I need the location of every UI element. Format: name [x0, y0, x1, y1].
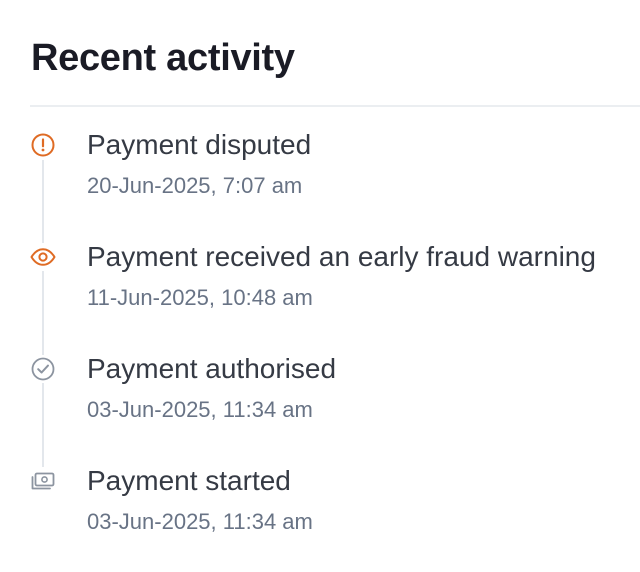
eye-icon [29, 243, 57, 271]
check-circle-icon [29, 355, 57, 383]
activity-timestamp: 20-Jun-2025, 7:07 am [87, 173, 303, 198]
activity-timestamp: 03-Jun-2025, 11:34 am [87, 509, 313, 534]
activity-title: Payment disputed [87, 129, 312, 160]
activity-item-authorised: Payment authorised 03-Jun-2025, 11:34 am [0, 352, 640, 452]
activity-timestamp: 11-Jun-2025, 10:48 am [87, 285, 313, 310]
activity-title: Payment received an early fraud warning [87, 241, 596, 272]
activity-item-disputed: Payment disputed 20-Jun-2025, 7:07 am [0, 128, 640, 228]
activity-title: Payment authorised [87, 353, 337, 384]
section-title: Recent activity [31, 37, 295, 79]
divider [30, 105, 640, 107]
alert-circle-icon [29, 131, 57, 159]
activity-item-fraud-warning: Payment received an early fraud warning … [0, 240, 640, 340]
cash-icon [29, 467, 57, 495]
activity-timestamp: 03-Jun-2025, 11:34 am [87, 397, 313, 422]
activity-item-started: Payment started 03-Jun-2025, 11:34 am [0, 464, 640, 564]
activity-title: Payment started [87, 465, 291, 496]
